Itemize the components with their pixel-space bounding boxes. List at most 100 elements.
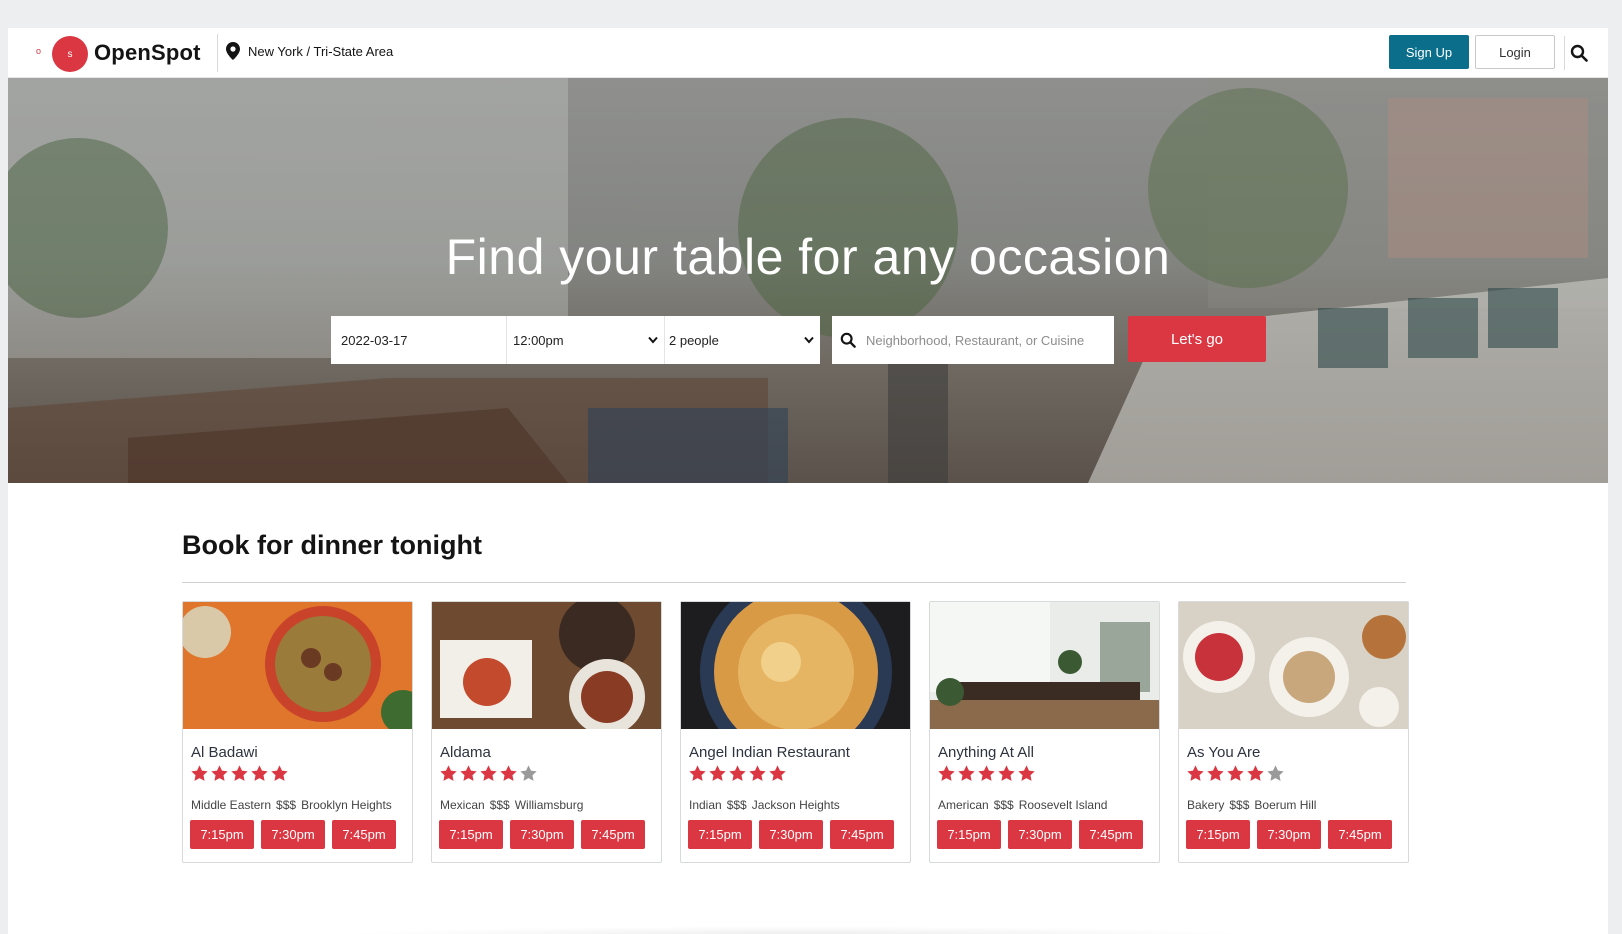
sign-up-button[interactable]: Sign Up	[1389, 35, 1469, 69]
logo-small-mark: o	[36, 46, 42, 56]
time-slot-button[interactable]: 7:45pm	[1079, 820, 1143, 849]
restaurant-meta: Indian $$$ Jackson Heights	[689, 798, 840, 812]
date-value: 2022-03-17	[341, 332, 408, 348]
hero-banner: Find your table for any occasion 2022-03…	[8, 78, 1608, 483]
neighborhood-label: Williamsburg	[514, 798, 584, 812]
star-filled-icon	[1187, 765, 1204, 781]
neighborhood-label: Jackson Heights	[751, 798, 840, 812]
party-size-value: 2 people	[669, 332, 719, 348]
time-slot-button[interactable]: 7:30pm	[1008, 820, 1072, 849]
time-slot-list: 7:15pm 7:30pm 7:45pm	[937, 820, 1143, 849]
cuisine-label: Indian	[689, 798, 722, 812]
restaurant-photo[interactable]	[432, 602, 661, 729]
reservation-search-bar: 2022-03-17 12:00pm 2 people Let's go	[331, 316, 1266, 364]
star-filled-icon	[211, 765, 228, 781]
search-field[interactable]	[832, 316, 1114, 364]
time-select[interactable]: 12:00pm	[507, 316, 665, 364]
restaurant-photo[interactable]	[930, 602, 1159, 729]
star-filled-icon	[978, 765, 995, 781]
restaurant-card[interactable]: Al Badawi Middle Eastern $$$ Brooklyn Heigh…	[182, 601, 413, 863]
time-slot-button[interactable]: 7:30pm	[759, 820, 823, 849]
search-input[interactable]	[866, 332, 1106, 348]
time-slot-button[interactable]: 7:15pm	[688, 820, 752, 849]
lets-go-button[interactable]: Let's go	[1128, 316, 1266, 362]
star-filled-icon	[271, 765, 288, 781]
time-slot-button[interactable]: 7:45pm	[581, 820, 645, 849]
star-filled-icon	[231, 765, 248, 781]
logo-mark-letter: s	[67, 48, 73, 60]
star-filled-icon	[191, 765, 208, 781]
star-rating	[937, 764, 1036, 783]
star-filled-icon	[500, 765, 517, 781]
time-slot-button[interactable]: 7:15pm	[1186, 820, 1250, 849]
time-slot-button[interactable]: 7:15pm	[190, 820, 254, 849]
price-label: $$$	[726, 798, 747, 812]
restaurant-photo[interactable]	[183, 602, 412, 729]
logo-icon[interactable]: s	[52, 36, 88, 72]
restaurant-meta: Middle Eastern $$$ Brooklyn Heights	[191, 798, 392, 812]
neighborhood-label: Roosevelt Island	[1018, 798, 1108, 812]
star-filled-icon	[689, 765, 706, 781]
restaurant-name[interactable]: Al Badawi	[191, 744, 258, 761]
price-label: $$$	[1229, 798, 1250, 812]
cuisine-label: American	[938, 798, 989, 812]
location-label: New York / Tri-State Area	[248, 43, 394, 59]
cuisine-label: Bakery	[1187, 798, 1225, 812]
footer-shadow	[328, 926, 1268, 934]
time-slot-list: 7:15pm 7:30pm 7:45pm	[1186, 820, 1392, 849]
header-divider	[217, 34, 218, 72]
time-slot-list: 7:15pm 7:30pm 7:45pm	[439, 820, 645, 849]
restaurant-meta: Mexican $$$ Williamsburg	[440, 798, 583, 812]
cuisine-label: Middle Eastern	[191, 798, 272, 812]
chevron-down-icon	[648, 336, 658, 344]
time-slot-button[interactable]: 7:30pm	[261, 820, 325, 849]
restaurant-photo[interactable]	[681, 602, 910, 729]
time-slot-list: 7:15pm 7:30pm 7:45pm	[190, 820, 396, 849]
restaurant-card[interactable]: Aldama Mexican $$$ Williamsburg 7:15pm 7:30pm…	[431, 601, 662, 863]
star-rating	[439, 764, 538, 783]
restaurant-card[interactable]: As You Are Bakery $$$ Boerum Hill 7:15pm 7:30…	[1178, 601, 1409, 863]
time-slot-button[interactable]: 7:30pm	[510, 820, 574, 849]
search-icon[interactable]	[1570, 44, 1588, 62]
restaurant-meta: American $$$ Roosevelt Island	[938, 798, 1107, 812]
restaurant-name[interactable]: As You Are	[1187, 744, 1260, 761]
restaurant-name[interactable]: Anything At All	[938, 744, 1034, 761]
restaurant-photo[interactable]	[1179, 602, 1408, 729]
star-filled-icon	[1247, 765, 1264, 781]
time-slot-button[interactable]: 7:30pm	[1257, 820, 1321, 849]
star-filled-icon	[749, 765, 766, 781]
restaurant-card[interactable]: Angel Indian Restaurant Indian $$$ Jackson …	[680, 601, 911, 863]
price-label: $$$	[993, 798, 1014, 812]
restaurant-card-list: Al Badawi Middle Eastern $$$ Brooklyn Heigh…	[182, 601, 1409, 863]
star-filled-icon	[460, 765, 477, 781]
time-slot-button[interactable]: 7:15pm	[439, 820, 503, 849]
time-slot-button[interactable]: 7:45pm	[332, 820, 396, 849]
star-filled-icon	[769, 765, 786, 781]
time-slot-button[interactable]: 7:15pm	[937, 820, 1001, 849]
star-filled-icon	[1227, 765, 1244, 781]
star-empty-icon	[520, 765, 537, 781]
star-filled-icon	[958, 765, 975, 781]
logo-text[interactable]: OpenSpot	[94, 40, 201, 66]
date-picker[interactable]: 2022-03-17	[331, 316, 507, 364]
restaurant-name[interactable]: Angel Indian Restaurant	[689, 744, 850, 761]
time-slot-button[interactable]: 7:45pm	[1328, 820, 1392, 849]
star-filled-icon	[709, 765, 726, 781]
restaurant-meta: Bakery $$$ Boerum Hill	[1187, 798, 1316, 812]
star-filled-icon	[938, 765, 955, 781]
star-filled-icon	[998, 765, 1015, 781]
restaurant-card[interactable]: Anything At All American $$$ Roosevelt Isla…	[929, 601, 1160, 863]
section-title: Book for dinner tonight	[182, 530, 482, 560]
star-empty-icon	[1267, 765, 1284, 781]
star-filled-icon	[440, 765, 457, 781]
search-icon	[840, 332, 856, 348]
star-filled-icon	[480, 765, 497, 781]
time-slot-button[interactable]: 7:45pm	[830, 820, 894, 849]
price-label: $$$	[489, 798, 510, 812]
location-selector[interactable]: New York / Tri-State Area	[226, 42, 393, 60]
restaurant-name[interactable]: Aldama	[440, 744, 491, 761]
star-filled-icon	[1018, 765, 1035, 781]
login-button[interactable]: Login	[1475, 35, 1555, 69]
chevron-down-icon	[804, 336, 814, 344]
party-size-select[interactable]: 2 people	[665, 316, 820, 364]
